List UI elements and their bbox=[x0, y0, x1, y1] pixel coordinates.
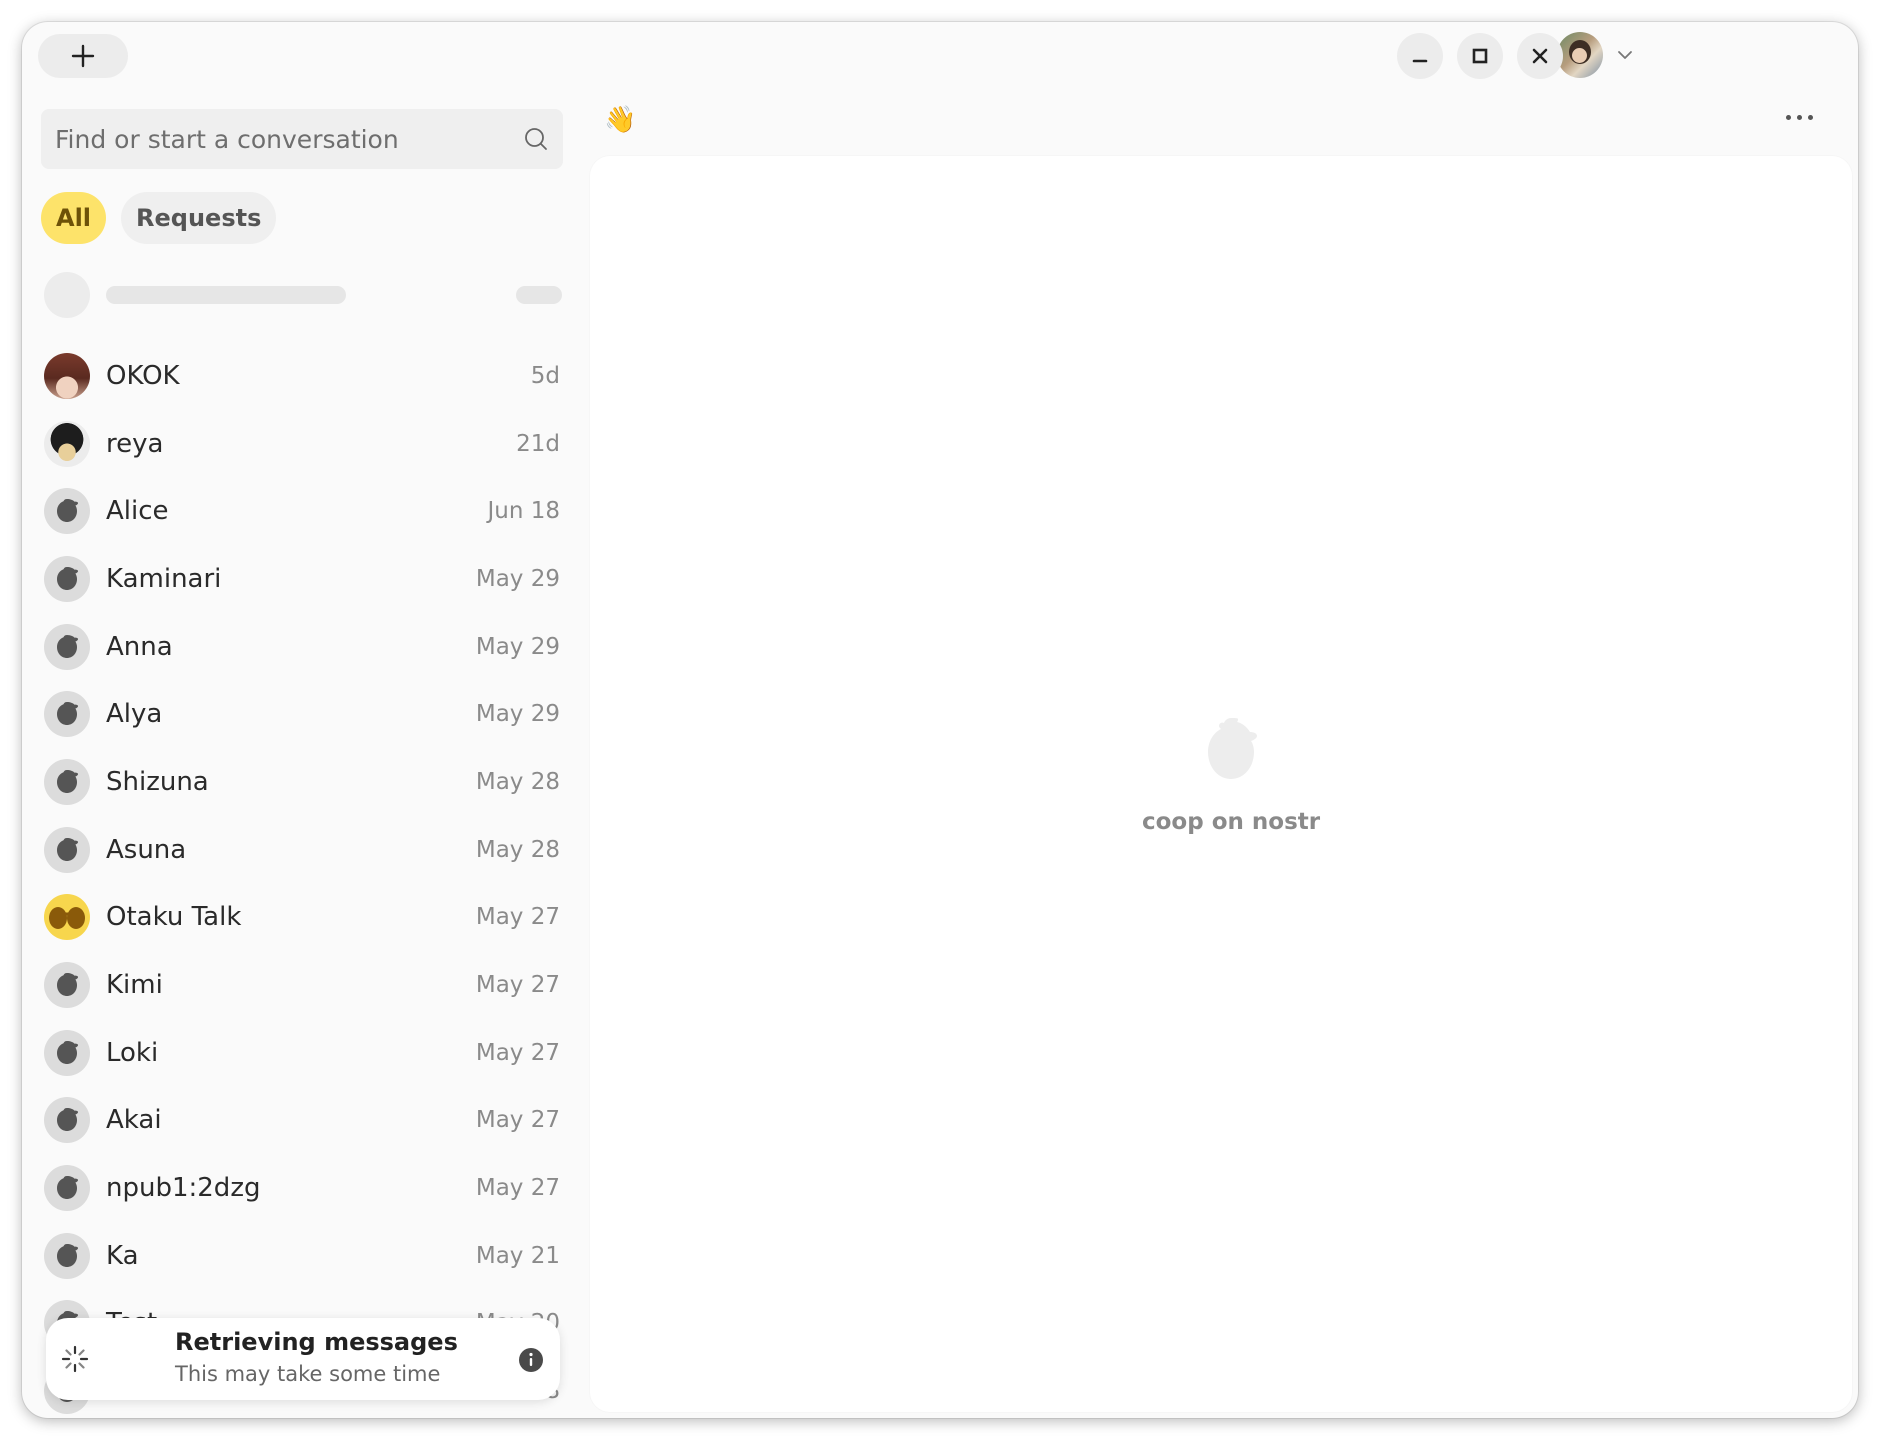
placeholder-name bbox=[106, 286, 346, 304]
avatar bbox=[44, 758, 90, 805]
filter-requests[interactable]: Requests bbox=[121, 192, 277, 244]
avatar bbox=[44, 555, 90, 602]
conversation-name: Ka bbox=[106, 1240, 139, 1271]
conversation-name: Asuna bbox=[106, 834, 187, 865]
conversation-list: OKOK 5d reya 21d Alice Jun 18 Kaminari May 29 An… bbox=[44, 342, 562, 1416]
avatar bbox=[44, 623, 90, 670]
close-icon bbox=[1532, 48, 1548, 64]
conversation-item[interactable]: Ka May 21 bbox=[44, 1222, 562, 1290]
conversation-name: Alice bbox=[106, 496, 169, 527]
conversation-item[interactable]: Otaku Talk May 27 bbox=[44, 884, 562, 952]
conversation-item[interactable]: Akai May 27 bbox=[44, 1087, 562, 1155]
header-emoji: 👋 bbox=[604, 104, 637, 134]
filter-all[interactable]: All bbox=[41, 192, 107, 244]
conversation-name: Kaminari bbox=[106, 563, 222, 594]
avatar bbox=[44, 894, 90, 941]
toast-title: Retrieving messages bbox=[175, 1328, 458, 1356]
search-icon[interactable] bbox=[523, 126, 549, 152]
conversation-time: May 29 bbox=[475, 633, 560, 660]
conversation-name: Loki bbox=[106, 1037, 159, 1068]
avatar bbox=[44, 826, 90, 873]
account-menu[interactable] bbox=[1557, 32, 1633, 78]
empty-state: coop on nostr bbox=[1142, 712, 1320, 835]
avatar bbox=[44, 962, 90, 1009]
maximize-icon bbox=[1472, 48, 1488, 64]
conversation-item[interactable]: Anna May 29 bbox=[44, 613, 562, 681]
placeholder-time bbox=[516, 286, 562, 304]
toast-subtitle: This may take some time bbox=[175, 1362, 441, 1386]
retrieving-messages-toast: Retrieving messages This may take some t… bbox=[46, 1318, 560, 1400]
maximize-button[interactable] bbox=[1457, 33, 1503, 79]
conversation-item[interactable]: Loki May 27 bbox=[44, 1019, 562, 1087]
conversation-item[interactable]: Shizuna May 28 bbox=[44, 748, 562, 816]
conversation-item[interactable]: Kimi May 27 bbox=[44, 951, 562, 1019]
avatar bbox=[44, 1165, 90, 1212]
conversation-name: Otaku Talk bbox=[106, 902, 242, 933]
placeholder-avatar bbox=[44, 272, 90, 318]
conversation-time: Jun 18 bbox=[487, 498, 560, 525]
conversation-name: Shizuna bbox=[106, 766, 209, 797]
conversation-name: reya bbox=[106, 428, 164, 459]
app-window: All Requests OKOK 5d reya 21d Alice Jun 18 Kam… bbox=[22, 22, 1858, 1418]
conversation-time: May 27 bbox=[475, 1039, 560, 1066]
conversation-item[interactable]: npub1:2dzg May 27 bbox=[44, 1154, 562, 1222]
conversation-name: Anna bbox=[106, 631, 173, 662]
conversation-time: May 27 bbox=[475, 1107, 560, 1134]
conversation-time: May 28 bbox=[475, 768, 560, 795]
empty-state-caption: coop on nostr bbox=[1142, 809, 1321, 835]
conversation-time: May 28 bbox=[475, 836, 560, 863]
search-input[interactable] bbox=[55, 124, 523, 154]
spinner-icon bbox=[60, 1344, 90, 1379]
close-button[interactable] bbox=[1517, 33, 1563, 79]
conversation-name: npub1:2dzg bbox=[106, 1173, 261, 1204]
conversation-time: May 27 bbox=[475, 1175, 560, 1202]
avatar bbox=[44, 488, 90, 535]
conversation-time: May 27 bbox=[475, 972, 560, 999]
avatar bbox=[44, 1097, 90, 1144]
conversation-name: Akai bbox=[106, 1105, 162, 1136]
avatar bbox=[44, 1029, 90, 1076]
avatar bbox=[44, 1232, 90, 1279]
conversation-item[interactable]: Alya May 29 bbox=[44, 680, 562, 748]
conversation-name: Kimi bbox=[106, 970, 163, 1001]
conversation-item[interactable]: Alice Jun 18 bbox=[44, 477, 562, 545]
conversation-name: OKOK bbox=[106, 360, 180, 391]
conversation-item[interactable]: Asuna May 28 bbox=[44, 816, 562, 884]
conversation-item[interactable]: OKOK 5d bbox=[44, 342, 562, 410]
info-icon[interactable] bbox=[518, 1347, 544, 1378]
chevron-down-icon[interactable] bbox=[1617, 50, 1633, 60]
avatar bbox=[44, 420, 90, 467]
conversation-time: May 29 bbox=[475, 701, 560, 728]
conversation-filters: All Requests bbox=[41, 192, 277, 244]
conversation-time: 5d bbox=[530, 362, 560, 389]
new-conversation-button[interactable] bbox=[38, 34, 128, 78]
loading-placeholder-row bbox=[44, 272, 562, 318]
more-icon[interactable] bbox=[1786, 115, 1813, 120]
minimize-icon bbox=[1412, 59, 1428, 63]
conversation-time: May 27 bbox=[475, 904, 560, 931]
avatar bbox=[44, 352, 90, 399]
conversation-name: Alya bbox=[106, 699, 163, 730]
minimize-button[interactable] bbox=[1397, 33, 1443, 79]
conversation-item[interactable]: Kaminari May 29 bbox=[44, 545, 562, 613]
conversation-item[interactable]: reya 21d bbox=[44, 410, 562, 478]
plus-icon bbox=[71, 44, 95, 68]
search-bar[interactable] bbox=[41, 109, 563, 169]
conversation-time: 21d bbox=[516, 430, 560, 457]
conversation-time: May 21 bbox=[475, 1242, 560, 1269]
avatar bbox=[44, 691, 90, 738]
coop-logo-icon bbox=[1208, 718, 1258, 779]
user-avatar[interactable] bbox=[1557, 32, 1603, 78]
conversation-time: May 29 bbox=[475, 565, 560, 592]
